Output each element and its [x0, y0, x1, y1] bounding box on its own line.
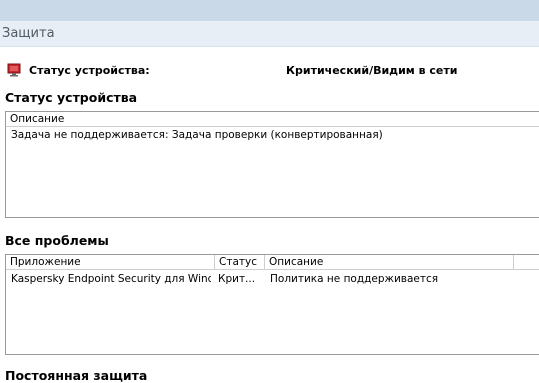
column-header-description[interactable]: Описание	[265, 255, 514, 269]
status-list-header: Описание	[6, 112, 539, 127]
status-item-description: Задача не поддерживается: Задача проверк…	[11, 129, 383, 141]
device-status-label: Статус устройства:	[29, 64, 150, 77]
problem-application: Kaspersky Endpoint Security для Wind...	[11, 273, 211, 285]
problem-status: Крит...	[218, 273, 256, 285]
monitor-icon	[7, 63, 21, 77]
window-top-strip	[0, 0, 539, 21]
device-status-value: Критический/Видим в сети	[286, 64, 458, 77]
realtime-group-title: Постоянная защита	[5, 368, 148, 383]
section-header: Защита	[0, 21, 539, 47]
column-header-description[interactable]: Описание	[6, 112, 539, 126]
problems-table-header: Приложение Статус Описание	[6, 255, 539, 270]
status-description-list[interactable]: Описание Задача не поддерживается: Задач…	[5, 111, 539, 218]
status-group-title: Статус устройства	[5, 90, 138, 105]
problem-description: Политика не поддерживается	[270, 273, 439, 285]
device-status-row: Статус устройства: Критический/Видим в с…	[7, 63, 527, 79]
column-header-application[interactable]: Приложение	[6, 255, 215, 269]
problems-group-title: Все проблемы	[5, 233, 109, 248]
table-row[interactable]: Kaspersky Endpoint Security для Wind... …	[6, 270, 539, 288]
column-header-status[interactable]: Статус	[215, 255, 265, 269]
list-item[interactable]: Задача не поддерживается: Задача проверк…	[6, 127, 539, 145]
section-title: Защита	[2, 26, 55, 41]
problems-table[interactable]: Приложение Статус Описание Kaspersky End…	[5, 254, 539, 355]
